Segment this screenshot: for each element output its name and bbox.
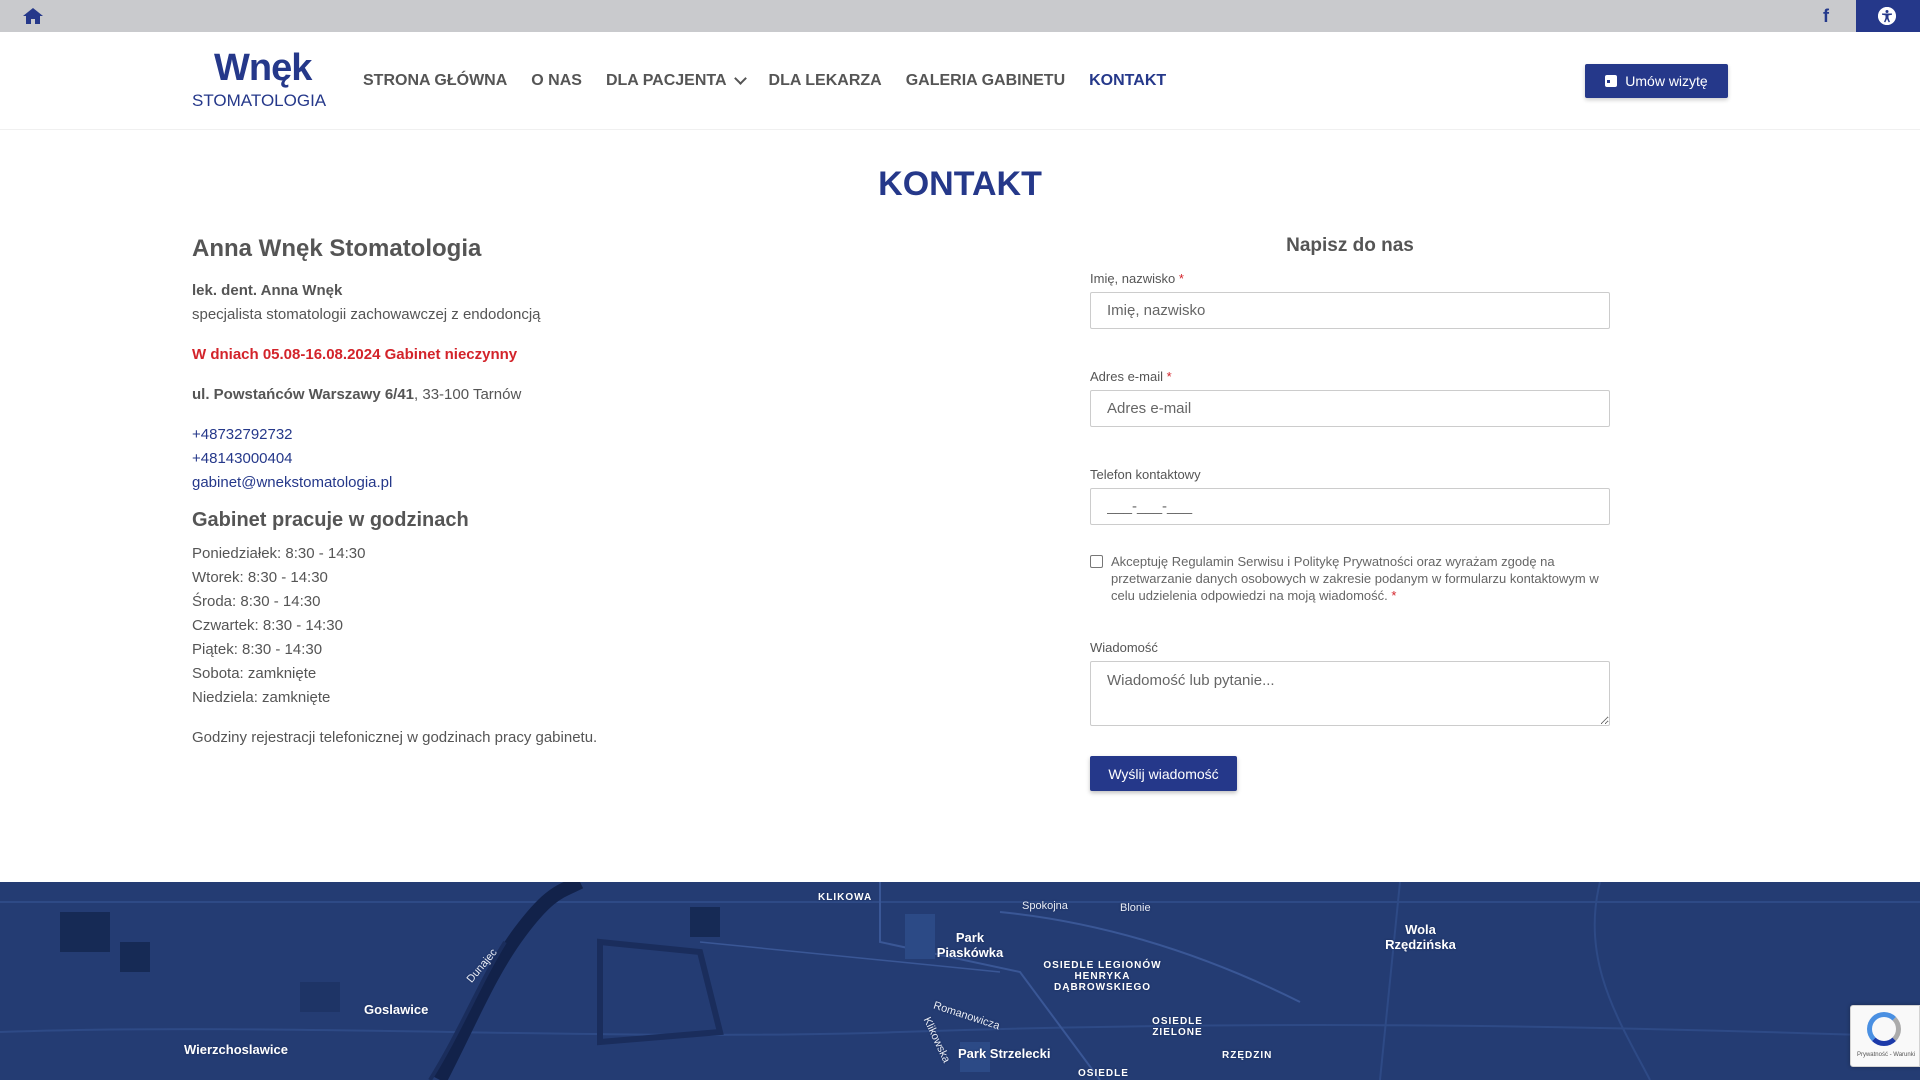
name-input[interactable] (1090, 292, 1610, 329)
accessibility-icon (1878, 7, 1896, 25)
name-label-text: Imię, nazwisko (1090, 271, 1176, 286)
closure-notice: W dniach 05.08-16.08.2024 Gabinet nieczy… (192, 346, 518, 363)
logo-subtitle: STOMATOLOGIA (192, 91, 327, 110)
required-mark: * (1166, 369, 1172, 384)
map-label: OSIEDLE (1078, 1068, 1129, 1079)
nav-item-contact-label: KONTAKT (1089, 72, 1167, 89)
phone-input[interactable] (1090, 488, 1610, 525)
doctor-name: lek. dent. Anna Wnęk (192, 282, 343, 299)
facebook-icon[interactable]: f (1816, 6, 1836, 26)
book-appointment-label: Umów wizytę (1625, 73, 1708, 89)
map-label: Park Strzelecki (958, 1046, 1051, 1061)
message-label: Wiadomość (1090, 640, 1158, 655)
chevron-down-icon (733, 72, 747, 85)
doctor-specialty: specjalista stomatologii zachowawczej z … (192, 306, 541, 323)
book-appointment-button[interactable]: Umów wizytę (1585, 64, 1728, 98)
map-label: Blonie (1120, 902, 1151, 914)
recaptcha-badge[interactable]: Prywatność - Warunki (1850, 1005, 1920, 1067)
home-icon[interactable] (22, 7, 44, 25)
phone-label: Telefon kontaktowy (1090, 467, 1201, 482)
nav-item-about[interactable]: O NAS (531, 72, 582, 90)
contact-info: Anna Wnęk Stomatologia lek. dent. Anna W… (192, 235, 892, 750)
phone-link-2[interactable]: +48143000404 (192, 447, 892, 471)
map-label: KLIKOWA (818, 892, 873, 903)
consent-checkbox[interactable] (1090, 555, 1103, 568)
consent-row: Akceptuję Regulamin Serwisu i Politykę P… (1090, 553, 1610, 604)
required-mark: * (1391, 588, 1397, 603)
hours-monday: Poniedziałek: 8:30 - 14:30 (192, 545, 366, 562)
consent-text-body: Akceptuję Regulamin Serwisu i Politykę P… (1111, 554, 1599, 603)
address-city: , 33-100 Tarnów (414, 386, 522, 403)
site-header: Wnęk STOMATOLOGIA STRONA GŁÓWNA O NAS DL… (0, 32, 1920, 130)
map-label: Goslawice (364, 1002, 429, 1017)
map-label: Park Piaskówka (936, 930, 1004, 960)
phone-link-1[interactable]: +48732792732 (192, 423, 892, 447)
map-label: Spokojna (1022, 900, 1068, 912)
nav-item-about-label: O NAS (531, 72, 582, 89)
map-label: Wierzchoslawice (184, 1042, 288, 1057)
map-label: OSIEDLE ZIELONE (1152, 1016, 1203, 1038)
logo[interactable]: Wnęk STOMATOLOGIA (190, 47, 330, 113)
map-label: Wola Rzędzińska (1385, 922, 1456, 952)
nav-item-gallery[interactable]: GALERIA GABINETU (906, 72, 1065, 90)
map-label: OSIEDLE LEGIONÓW HENRYKA DĄBROWSKIEGO (1043, 960, 1162, 993)
recaptcha-icon (1867, 1012, 1901, 1046)
map-label: RZĘDZIN (1222, 1050, 1273, 1061)
address-street: ul. Powstańców Warszawy 6/41 (192, 386, 415, 403)
name-label: Imię, nazwisko * (1090, 271, 1610, 286)
hours-sunday: Niedziela: zamknięte (192, 689, 331, 706)
hours-tuesday: Wtorek: 8:30 - 14:30 (192, 569, 328, 586)
page-title: KONTAKT (878, 165, 1042, 203)
address: ul. Powstańców Warszawy 6/41, 33-100 Tar… (192, 383, 892, 407)
clinic-name: Anna Wnęk Stomatologia (192, 235, 482, 262)
nav-item-contact[interactable]: KONTAKT (1089, 72, 1166, 90)
logo-wordmark: Wnęk (214, 47, 312, 89)
hours-thursday: Czwartek: 8:30 - 14:30 (192, 617, 343, 634)
phone-registration-note: Godziny rejestracji telefonicznej w godz… (192, 729, 598, 746)
email-label-text: Adres e-mail (1090, 369, 1163, 384)
calendar-icon (1605, 75, 1618, 87)
nav-item-for-patient[interactable]: DLA PACJENTA (605, 72, 747, 90)
required-mark: * (1178, 271, 1184, 286)
email-input[interactable] (1090, 390, 1610, 427)
nav-item-for-doctor-label: DLA LEKARZA (768, 72, 882, 89)
hours-wednesday: Środa: 8:30 - 14:30 (192, 593, 321, 610)
nav-item-home[interactable]: STRONA GŁÓWNA (363, 72, 507, 90)
nav-item-for-doctor[interactable]: DLA LEKARZA (769, 72, 882, 90)
send-message-button[interactable]: Wyślij wiadomość (1090, 756, 1237, 791)
main-nav: STRONA GŁÓWNA O NAS DLA PACJENTA DLA LEK… (363, 72, 1166, 90)
top-bar: f (0, 0, 1920, 32)
nav-item-gallery-label: GALERIA GABINETU (905, 72, 1066, 89)
hours-title: Gabinet pracuje w godzinach (192, 509, 469, 531)
hours-friday: Piątek: 8:30 - 14:30 (192, 641, 323, 658)
hours-saturday: Sobota: zamknięte (192, 665, 317, 682)
message-textarea[interactable] (1090, 661, 1610, 726)
nav-item-for-patient-label: DLA PACJENTA (605, 72, 727, 89)
nav-item-home-label: STRONA GŁÓWNA (363, 72, 508, 89)
contact-form: Napisz do nas Imię, nazwisko * Adres e-m… (1090, 235, 1610, 791)
recaptcha-text: Prywatność - Warunki (1856, 1052, 1916, 1058)
map[interactable]: KLIKOWA Spokojna Blonie Park Piaskówka O… (0, 882, 1920, 1080)
form-title: Napisz do nas (1286, 235, 1414, 256)
consent-text: Akceptuję Regulamin Serwisu i Politykę P… (1111, 553, 1610, 604)
accessibility-button[interactable] (1856, 0, 1920, 32)
email-link[interactable]: gabinet@wnekstomatologia.pl (192, 471, 892, 495)
email-label: Adres e-mail * (1090, 369, 1610, 384)
